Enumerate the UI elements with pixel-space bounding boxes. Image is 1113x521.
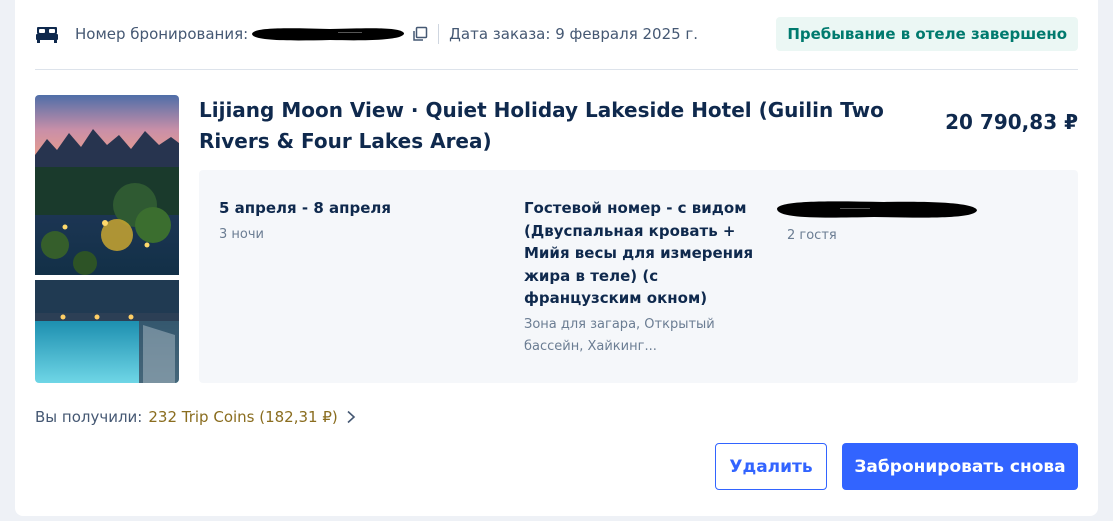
stay-details-panel: 5 апреля - 8 апреля 3 ночи Гостевой номе… <box>199 170 1078 383</box>
redacted-booking-number <box>250 25 406 43</box>
hotel-photo[interactable] <box>35 95 179 383</box>
trip-coins-link[interactable]: Вы получили: 232 Trip Coins (182,31 ₽) <box>35 408 356 426</box>
redacted-guest-name <box>774 197 979 223</box>
room-name: Гостевой номер - с видом (Двуспальная кр… <box>524 199 754 307</box>
guests-column: 2 гостя <box>777 197 1037 247</box>
bed-icon <box>35 22 59 46</box>
booking-number-label: Номер бронирования: <box>75 25 249 43</box>
order-card: Номер бронирования: Дата заказа: 9 февра… <box>15 0 1098 516</box>
dates-column: 5 апреля - 8 апреля 3 ночи <box>219 197 499 246</box>
chevron-right-icon <box>346 410 356 424</box>
order-header: Номер бронирования: Дата заказа: 9 февра… <box>35 14 1078 54</box>
room-amenities: Зона для загара, Открытый бассейн, Хайки… <box>524 316 715 354</box>
status-badge: Пребывание в отеле завершено <box>776 17 1078 51</box>
delete-button[interactable]: Удалить <box>715 443 827 490</box>
coins-label: Вы получили: <box>35 408 143 426</box>
book-again-button[interactable]: Забронировать снова <box>842 443 1078 490</box>
order-price: 20 790,83 ₽ <box>945 110 1078 134</box>
order-date: Дата заказа: 9 февраля 2025 г. <box>449 25 699 43</box>
header-separator <box>438 24 440 44</box>
copy-icon[interactable] <box>412 26 428 42</box>
guests-count: 2 гостя <box>787 228 837 243</box>
stay-dates: 5 апреля - 8 апреля <box>219 199 392 217</box>
nights-count: 3 ночи <box>219 226 264 242</box>
header-divider <box>35 69 1078 70</box>
coins-amount: 232 Trip Coins (182,31 ₽) <box>148 408 338 426</box>
hotel-name-link[interactable]: Lijiang Moon View · Quiet Holiday Lakesi… <box>199 95 919 157</box>
room-column: Гостевой номер - с видом (Двуспальная кр… <box>524 197 754 358</box>
